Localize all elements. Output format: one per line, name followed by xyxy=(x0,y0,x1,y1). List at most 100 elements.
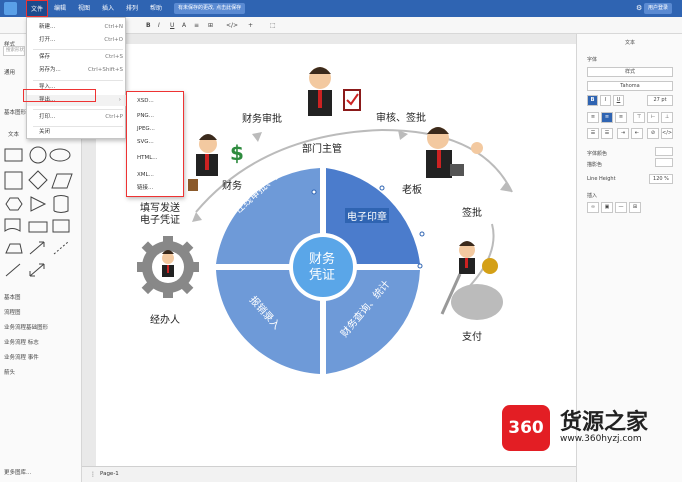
menu-view[interactable]: 视图 xyxy=(78,0,90,17)
diamond-shape[interactable] xyxy=(28,170,48,190)
label-handler: 经办人 xyxy=(150,315,180,326)
section-general[interactable]: 通用 xyxy=(4,68,15,76)
category-arrows[interactable]: 箭头 xyxy=(4,368,15,376)
valign-bottom-button[interactable]: ⊥ xyxy=(661,112,673,123)
bullet-list-button[interactable]: ☰ xyxy=(601,128,613,139)
watermark-logo: 360 xyxy=(502,405,550,451)
watermark-title: 货源之家 xyxy=(560,410,649,435)
insert-hr-button[interactable]: — xyxy=(615,202,627,213)
table-button[interactable]: ⊞ xyxy=(208,20,213,31)
align-left-button[interactable]: ≡ xyxy=(587,112,599,123)
menu-help[interactable]: 帮助 xyxy=(150,0,162,17)
file-menu-item-new[interactable]: 新建... Ctrl+N xyxy=(27,22,127,33)
ellipse-shape[interactable] xyxy=(49,148,71,162)
export-jpeg[interactable]: JPEG... xyxy=(127,124,183,135)
export-xsd[interactable]: XSD... xyxy=(127,96,183,107)
dollar-icon: $ xyxy=(230,141,244,165)
numbered-list-button[interactable]: ☰ xyxy=(587,128,599,139)
bold-button[interactable]: B xyxy=(146,20,151,31)
file-menu-item-close[interactable]: 关闭 xyxy=(27,127,127,138)
clear-format-button[interactable]: ⊘ xyxy=(647,128,659,139)
html-button[interactable]: </> xyxy=(226,20,238,31)
category-bpmn-gateway[interactable]: 业务流程 标志 xyxy=(4,338,39,346)
valign-middle-button[interactable]: ⊢ xyxy=(647,112,659,123)
code-button[interactable]: </> xyxy=(661,128,673,139)
square-shape[interactable] xyxy=(4,171,23,190)
label-payment: 支付 xyxy=(462,332,482,343)
font-color-button[interactable]: A xyxy=(182,20,186,31)
trapezoid-shape[interactable] xyxy=(5,243,23,254)
label-finance-approval: 财务审批 xyxy=(242,114,282,125)
more-shapes-link[interactable]: 更多图库... xyxy=(4,468,31,476)
underline-button[interactable]: U xyxy=(170,20,174,31)
export-png[interactable]: PNG... xyxy=(127,111,183,122)
manager-person-icon xyxy=(308,67,361,116)
italic-button[interactable]: I xyxy=(158,20,160,31)
bidirectional-arrow-shape[interactable] xyxy=(29,263,45,277)
line-height-input[interactable]: 120 % xyxy=(649,174,673,184)
menu-edit[interactable]: 编辑 xyxy=(54,0,66,17)
card-shape[interactable] xyxy=(52,219,70,233)
file-menu-item-save-as[interactable]: 另存为... Ctrl+Shift+S xyxy=(27,65,127,76)
process-shape[interactable] xyxy=(28,221,48,233)
unsaved-notice[interactable]: 有未保存的更改, 点击此保存 xyxy=(174,3,246,14)
page-tab[interactable]: Page-1 xyxy=(100,471,119,477)
circle-shape[interactable] xyxy=(29,146,47,164)
file-menu-item-print[interactable]: 打印... Ctrl+P xyxy=(27,112,127,123)
segment-text-top-right[interactable]: 电子印章 xyxy=(345,208,389,223)
triangle-shape[interactable] xyxy=(30,196,47,212)
category-bpmn-basic[interactable]: 业务流程基础图形 xyxy=(4,323,48,331)
category-flowchart[interactable]: 流程图 xyxy=(4,308,21,316)
category-basic[interactable]: 基本图 xyxy=(4,293,21,301)
outdent-button[interactable]: ⇤ xyxy=(631,128,643,139)
format-panel-title: 文本 xyxy=(625,40,636,46)
align-center-button[interactable]: ≡ xyxy=(601,112,613,123)
insert-link-button[interactable]: ∞ xyxy=(587,202,599,213)
file-menu-item-save[interactable]: 保存 Ctrl+S xyxy=(27,52,127,63)
export-svg[interactable]: SVG... xyxy=(127,137,183,148)
container-button[interactable]: ⬚ xyxy=(270,20,276,31)
insert-image-button[interactable]: ▣ xyxy=(601,202,613,213)
menu-insert[interactable]: 插入 xyxy=(102,0,114,17)
insert-table-button[interactable]: ⊞ xyxy=(629,202,641,213)
cylinder-shape[interactable] xyxy=(53,195,69,213)
font-size-input[interactable]: 27 pt xyxy=(647,95,673,106)
valign-top-button[interactable]: ⊤ xyxy=(633,112,645,123)
label-finance: 财务 xyxy=(222,181,242,192)
menu-arrange[interactable]: 排列 xyxy=(126,0,138,17)
label-boss: 老板 xyxy=(402,185,422,196)
font-family-select[interactable]: Tahoma xyxy=(587,81,673,91)
align-button[interactable]: ≡ xyxy=(194,20,199,31)
text-shape-label[interactable]: 文本 xyxy=(8,130,19,138)
align-right-button[interactable]: ≡ xyxy=(615,112,627,123)
font-color-swatch[interactable] xyxy=(655,147,673,156)
center-text-line2: 凭证 xyxy=(309,268,336,283)
hexagon-shape[interactable] xyxy=(5,197,23,211)
italic-toggle[interactable]: I xyxy=(600,95,611,106)
export-html[interactable]: HTML... xyxy=(127,153,183,164)
page-menu-icon[interactable]: ⋮ xyxy=(90,471,96,478)
export-xml[interactable]: XML... xyxy=(127,170,183,181)
menubar: 文件 编辑 视图 插入 排列 帮助 有未保存的更改, 点击此保存 ⚙ 用户登录 xyxy=(0,0,682,17)
bg-color-swatch[interactable] xyxy=(655,158,673,167)
parallelogram-shape[interactable] xyxy=(51,173,73,189)
arrow-diagonal-shape[interactable] xyxy=(29,241,45,255)
category-bpmn-event[interactable]: 业务流程 事件 xyxy=(4,353,39,361)
dashed-line-shape[interactable] xyxy=(53,241,69,255)
document-shape[interactable] xyxy=(4,218,21,232)
menu-file[interactable]: 文件 xyxy=(26,0,48,17)
line-shape[interactable] xyxy=(5,263,21,277)
indent-button[interactable]: ⇥ xyxy=(617,128,629,139)
gear-icon[interactable]: ⚙ xyxy=(636,4,643,12)
file-menu-item-open[interactable]: 打开... Ctrl+O xyxy=(27,35,127,46)
align-buttons: ≡ ≡ ≡ ⊤ ⊢ ⊥ xyxy=(587,112,673,124)
user-login-button[interactable]: 用户登录 xyxy=(644,3,673,14)
bold-toggle[interactable]: B xyxy=(587,95,598,106)
insert-button[interactable]: + xyxy=(248,20,253,31)
style-select[interactable]: 样式 xyxy=(587,67,673,77)
rectangle-shape[interactable] xyxy=(4,148,23,162)
export-link[interactable]: 链接... xyxy=(127,183,183,194)
underline-toggle[interactable]: U xyxy=(613,95,624,106)
section-basic-shapes[interactable]: 基本图形 xyxy=(4,108,26,116)
search-input[interactable]: 搜索形状 xyxy=(3,46,25,56)
